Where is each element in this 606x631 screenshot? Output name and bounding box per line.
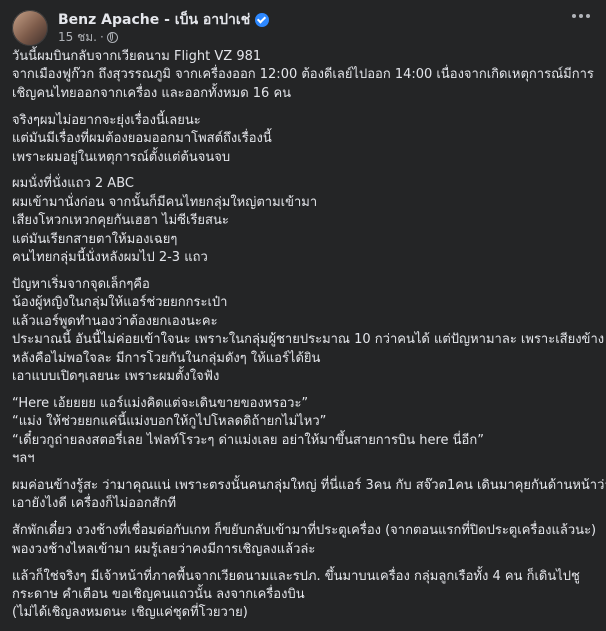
post-text-line: ประมาณนี้ อันนี้ไม่ค่อยเข้าใจนะ เพราะในก… (12, 332, 605, 348)
post-text-line: หลังคือไม่พอใจละ มีการโวยกันในกลุ่มดังๆ … (12, 350, 321, 366)
post-paragraph: สักพักเดี๋ยว งวงช้างที่เชื่อมต่อกับเกท ก… (12, 522, 598, 559)
post-text-line: น้องผู้หญิงในกลุ่มให้แอร์ช่วยยกกระเป๋า (12, 295, 228, 311)
author-name[interactable]: Benz Apache - เบ็น อาปาเช่ (58, 11, 250, 29)
separator-dot: · (99, 30, 104, 44)
post-text-line: ฯลฯ (12, 451, 35, 467)
post-text-line: เสียงโหวกเหวกคุยกันเฮฮา ไม่ซีเรียสนะ (12, 213, 229, 229)
author-row: Benz Apache - เบ็น อาปาเช่ (58, 11, 270, 29)
post-text-line: เอาแบบเปิดๆเลยนะ เพราะผมตั้งใจฟัง (12, 369, 220, 384)
verified-badge-icon (255, 13, 270, 27)
post-paragraph: วันนี้ผมบินกลับจากเวียดนาม Flight VZ 981… (12, 48, 598, 103)
post-paragraph: ปัญหาเริ่มจากจุดเล็กๆคือน้องผู้หญิงในกลุ… (12, 276, 605, 386)
post-text-line: ผมเข้ามานั่งก่อน จากนั้นก็มีคนไทยกลุ่มให… (12, 194, 318, 210)
post-text-line: พองวงช้างไหลเข้ามา ผมรู้เลยว่าคงมีการเชิ… (12, 541, 316, 557)
more-dot-icon (579, 14, 583, 18)
avatar[interactable] (12, 10, 48, 46)
post-text-line: จริงๆผมไม่อยากจะยุ่งเรื่องนี้เลยนะ (12, 112, 201, 128)
post-paragraph: ผมนั่งที่นั่งแถว 2 ABC ผมเข้ามานั่งก่อน จ… (12, 175, 598, 267)
post-text-line: คนไทยกลุ่มนี้นั่งหลังผมไป 2-3 แถว (12, 250, 208, 266)
post-text-line: เพราะผมอยู่ในเหตุการณ์ตั้งแต่ต้นจนจบ (12, 149, 231, 165)
more-dot-icon (572, 14, 576, 18)
facebook-post: Benz Apache - เบ็น อาปาเช่ 15 ชม. · วันน… (0, 0, 606, 620)
more-options-button[interactable] (572, 14, 590, 18)
post-text-line: ผมค่อนข้างรู้สะ ว่ามาคุณแน่ เพราะตรงนั้น… (12, 478, 606, 494)
post-timestamp[interactable]: 15 ชม. (58, 29, 97, 45)
post-paragraph: แล้วก็ใช่จริงๆ มีเจ้าหน้าที่ภาคพื้นจากเว… (12, 568, 598, 623)
post-text-line: แล้วก็ใช่จริงๆ มีเจ้าหน้าที่ภาคพื้นจากเว… (12, 568, 580, 584)
post-paragraph: “Here เอ้ยยยย แอร์แม่งคิดแต่จะเดินขายของ… (12, 395, 598, 469)
post-text-line: ปัญหาเริ่มจากจุดเล็กๆคือ (12, 276, 150, 292)
post-paragraph: จริงๆผมไม่อยากจะยุ่งเรื่องนี้เลยนะแต่มัน… (12, 112, 598, 167)
post-text-line: กระดาษ คำเตือน ขอเชิญคนแถวนั้น ลงจากเครื… (12, 587, 305, 603)
post-subline: 15 ชม. · (58, 29, 269, 45)
post-text-line: จากเมืองฟูก๊วก ถึงสุวรรณภูมิ จากเครื่องอ… (12, 67, 594, 83)
post-text-line: (ไม่ได้เชิญลงหมดนะ เชิญแค่ชุดที่โวยวาย) (12, 605, 248, 621)
post-text-line: ผมนั่งที่นั่งแถว 2 ABC (12, 176, 134, 192)
post-meta: Benz Apache - เบ็น อาปาเช่ 15 ชม. · (58, 11, 270, 45)
post-header: Benz Apache - เบ็น อาปาเช่ 15 ชม. · (12, 8, 270, 48)
post-text-line: “Here เอ้ยยยย แอร์แม่งคิดแต่จะเดินขายของ… (12, 395, 309, 411)
post-text-line: แล้วแอร์พูดทำนองว่าต้องยกเองนะคะ (12, 313, 218, 329)
post-text-line: เชิญคนไทยออกจากเครื่อง และออกทั้งหมด 16 … (12, 85, 292, 101)
post-paragraph: ผมค่อนข้างรู้สะ ว่ามาคุณแน่ เพราะตรงนั้น… (12, 477, 606, 514)
post-text-line: สักพักเดี๋ยว งวงช้างที่เชื่อมต่อกับเกท ก… (12, 523, 597, 539)
post-text-line: “เดี๋ยวกูถ่ายลงสตอรี่เลย ไฟลท์โรวะๆ ด่าแ… (12, 432, 484, 448)
post-text-line: “แม่ง ให้ช่วยยกแค่นี้แม่งบอกให้กูไปโหลดด… (12, 414, 327, 430)
post-text-line: เอายังไงดี เครื่องก็ไม่ออกสักที (12, 496, 177, 512)
globe-icon (106, 31, 118, 43)
post-text-line: วันนี้ผมบินกลับจากเวียดนาม Flight VZ 981 (12, 49, 262, 64)
post-text-line: แต่มันเรียกสายตาให้มองเฉยๆ (12, 231, 178, 247)
more-dot-icon (586, 14, 590, 18)
post-body: วันนี้ผมบินกลับจากเวียดนาม Flight VZ 981… (12, 48, 606, 631)
post-text-line: แต่มันมีเรื่องที่ผมต้องยอมออกมาโพสต์ถึงเ… (12, 131, 272, 147)
